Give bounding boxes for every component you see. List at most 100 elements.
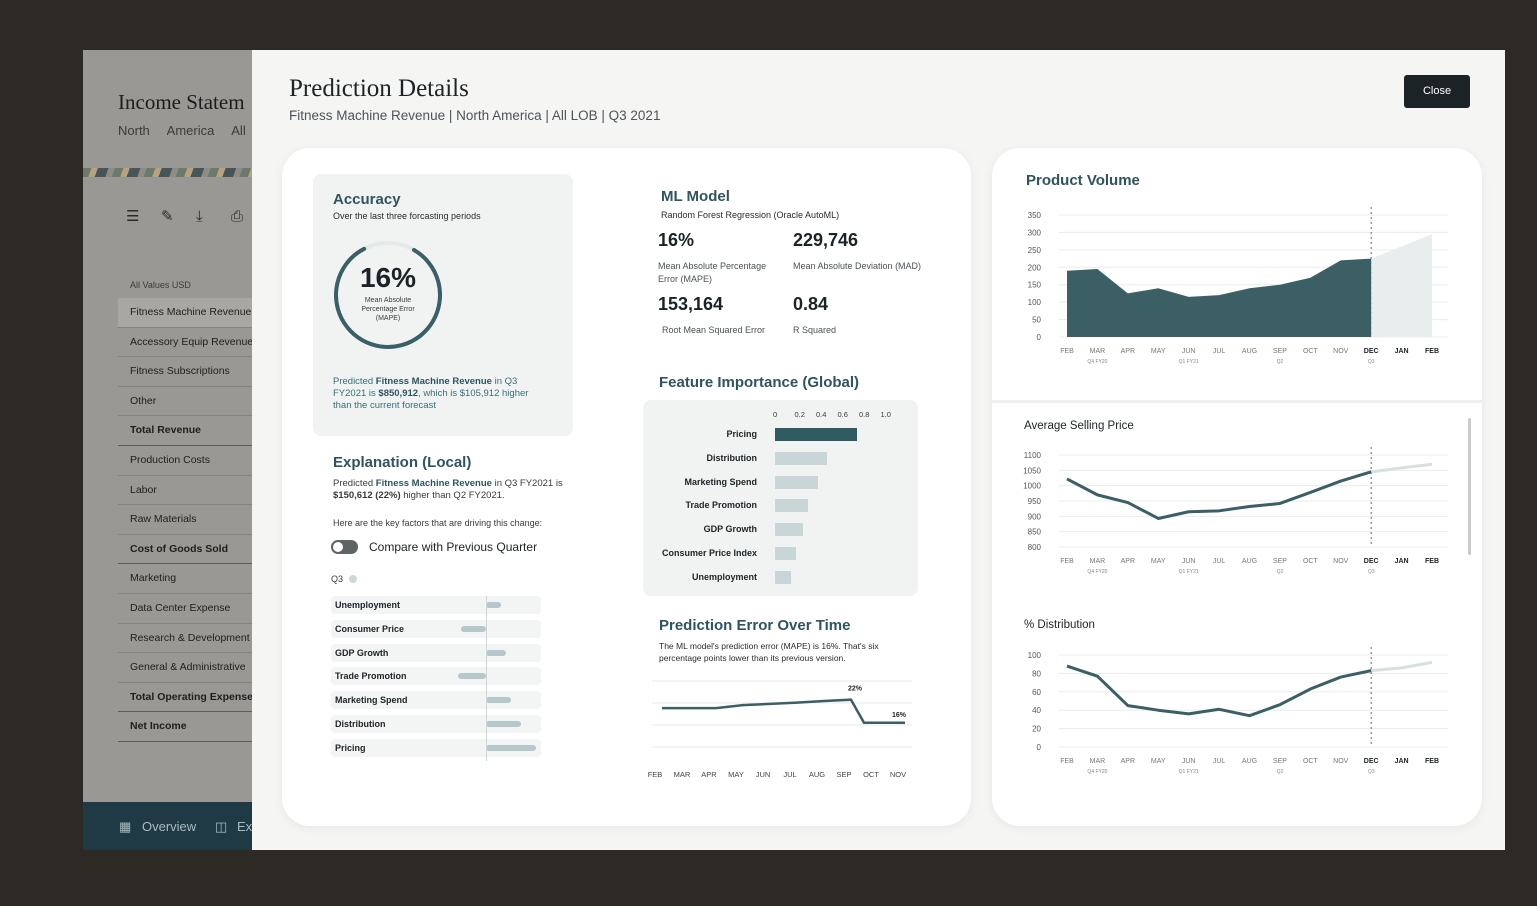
x-tick-label: AUG: [1242, 558, 1257, 565]
y-tick-label: 50: [1032, 316, 1041, 325]
trend-charts-card: Product Volume 0 50 100 150 200 250 300 350 FEB M…: [992, 148, 1482, 826]
download-icon[interactable]: ⤓: [196, 208, 213, 225]
feature-label: Consumer Price Index: [661, 548, 757, 558]
feature-label: Unemployment: [691, 571, 757, 582]
factors-intro: Here are the key factors that are drivin…: [333, 518, 543, 528]
table-row[interactable]: Total Revenue: [118, 416, 253, 446]
x-tick-label: FEB: [1060, 558, 1074, 565]
table-row[interactable]: Marketing: [118, 564, 253, 594]
local-factor-bar: [486, 721, 521, 727]
quarter-label: Q4 FY20: [1087, 769, 1107, 775]
x-tick-label: NOV: [1333, 558, 1349, 565]
table-row[interactable]: Fitness Subscriptions: [118, 357, 253, 387]
x-tick-label: FEB: [1425, 348, 1439, 355]
x-tick-label: MAR: [674, 770, 691, 779]
y-tick-label: 900: [1028, 512, 1042, 521]
local-factor-label: Unemployment: [335, 600, 401, 610]
app-screen: Income Statem North America All L ☰ ✎ ⤓ …: [83, 50, 1505, 850]
x-tick-label: AUG: [809, 770, 825, 779]
explore-icon[interactable]: ◫: [215, 819, 227, 835]
x-tick-label: OCT: [1303, 558, 1319, 565]
modal-title: Prediction Details: [289, 75, 469, 102]
metric-caption: R Squared: [793, 325, 837, 335]
quarter-label: Q2: [1277, 359, 1284, 365]
edit-icon[interactable]: ✎: [161, 208, 178, 225]
quarter-label: Q3: [1368, 359, 1375, 365]
quarter-label: Q4 FY20: [1087, 359, 1107, 365]
x-tick-label: JUL: [1213, 558, 1226, 565]
overview-tab[interactable]: Overview: [142, 819, 196, 834]
x-tick-label: MAY: [1151, 348, 1166, 355]
metric-caption: Mean Absolute Deviation (MAD): [793, 261, 922, 271]
distribution-chart: 0 20 40 60 80 100 FEB MAR Q4 FY20 APR MAY JUN Q1 FY2…: [1028, 647, 1448, 775]
page-title: Income Statem: [118, 90, 245, 114]
note-text: Predicted: [333, 478, 376, 489]
x-tick-label: JUL: [783, 770, 796, 779]
explanation-title: Explanation (Local): [333, 454, 472, 471]
overview-grid-icon[interactable]: ▦: [119, 819, 131, 835]
close-button[interactable]: Close: [1404, 75, 1470, 108]
comment-icon[interactable]: ☰: [126, 208, 143, 225]
table-row[interactable]: General & Administrative: [118, 653, 253, 683]
x-tick-label: APR: [1121, 558, 1135, 565]
feature-label: Marketing Spend: [684, 476, 757, 487]
local-factor-bar: [486, 602, 501, 608]
note-text: Predicted: [333, 376, 376, 387]
x-tick-label: MAR: [1090, 348, 1106, 355]
x-tick-label: NOV: [1333, 758, 1349, 765]
product-volume-chart: 0 50 100 150 200 250 300 350 FEB MAR Q4 FY20 APR MAY…: [1028, 207, 1448, 365]
table-row[interactable]: Production Costs: [118, 446, 253, 476]
values-label: All Values USD: [130, 280, 191, 290]
quarter-label: Q2: [1277, 569, 1284, 575]
x-tick-label: JAN: [1395, 758, 1409, 765]
y-tick-label: 100: [1028, 651, 1042, 660]
note-metric: Fitness Machine Revenue: [375, 376, 492, 387]
feature-label: Distribution: [706, 452, 758, 463]
accuracy-panel: Accuracy Over the last three forcasting …: [313, 174, 573, 436]
scrollbar[interactable]: [1468, 418, 1471, 555]
asp-chart: 800 850 900 950 1000 1050 1100 FEB MAR Q4 FY20 APR…: [1023, 447, 1448, 575]
table-row[interactable]: Other: [118, 387, 253, 417]
table-row[interactable]: Cost of Goods Sold: [118, 535, 253, 565]
asp-title: Average Selling Price: [1024, 420, 1134, 432]
x-tick-label: OCT: [1303, 758, 1319, 765]
x-tick-label: JUL: [1213, 758, 1226, 765]
metric-caption: Root Mean Squared Error: [662, 325, 766, 335]
x-tick-label: FEB: [648, 770, 663, 779]
explore-tab[interactable]: Ex: [237, 819, 252, 834]
x-tick-label: JUL: [1213, 348, 1226, 355]
table-row[interactable]: Data Center Expense: [118, 594, 253, 624]
local-factor-label: Trade Promotion: [335, 671, 407, 682]
x-tick-label: MAY: [1151, 558, 1166, 565]
table-row[interactable]: Fitness Machine Revenue: [118, 298, 253, 328]
print-icon[interactable]: ⎙: [231, 208, 248, 225]
table-row[interactable]: Accessory Equip Revenue: [118, 328, 253, 358]
compare-toggle[interactable]: [331, 540, 358, 554]
feature-importance-title: Feature Importance (Global): [659, 374, 860, 391]
local-factor-label: Marketing Spend: [335, 695, 408, 706]
prediction-details-modal: Prediction Details Fitness Machine Reven…: [252, 50, 1505, 850]
prediction-error-text: The ML model's prediction error (MAPE) i…: [659, 641, 879, 663]
axis-tick-label: 0.8: [859, 410, 870, 419]
forecast-line: [1371, 660, 1433, 673]
feature-bar: [775, 547, 796, 560]
y-tick-label: 250: [1028, 246, 1042, 255]
y-tick-label: 1100: [1024, 451, 1042, 460]
prediction-error-chart: FEB MAR APR MAY JUN JUL AUG SEP OCT NOV 22% 16%: [648, 680, 912, 779]
quarter-label: Q1 FY21: [1179, 569, 1199, 575]
table-row[interactable]: Labor: [118, 476, 253, 506]
y-tick-label: 800: [1028, 543, 1042, 552]
table-row[interactable]: Research & Development: [118, 624, 253, 654]
table-row[interactable]: Raw Materials: [118, 505, 253, 535]
x-tick-label: FEB: [1425, 558, 1439, 565]
x-tick-label: FEB: [1060, 348, 1074, 355]
feature-label: Trade Promotion: [685, 500, 757, 511]
bottom-nav: ▦ Overview ◫ Ex: [83, 802, 253, 850]
y-tick-label: 1000: [1023, 482, 1041, 491]
actual-line: [1066, 470, 1372, 520]
table-row[interactable]: Total Operating Expense: [118, 683, 253, 713]
accuracy-subtitle: Over the last three forcasting periods: [333, 211, 481, 221]
table-row[interactable]: Net Income: [118, 712, 253, 742]
local-factor-bar: [486, 744, 536, 751]
feature-bar: [775, 570, 792, 584]
